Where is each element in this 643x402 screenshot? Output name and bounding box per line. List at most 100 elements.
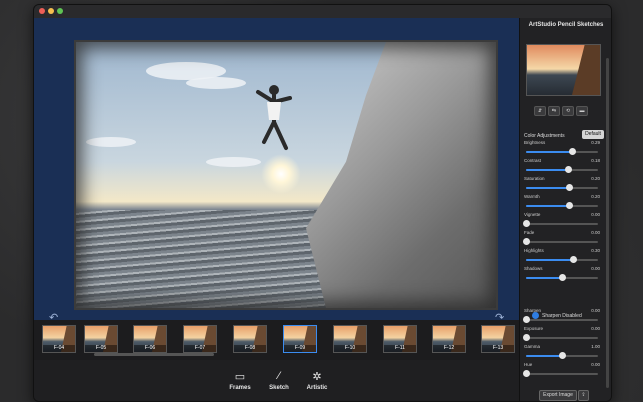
exposure-slider[interactable] bbox=[523, 334, 598, 341]
hue-slider[interactable] bbox=[523, 370, 598, 377]
thumbnail-label: F-07 bbox=[184, 345, 216, 352]
gamma-slider-row: Gamma 1.00 bbox=[524, 344, 600, 364]
slider-knob[interactable] bbox=[566, 184, 574, 191]
pencil-icon: ⁄ bbox=[278, 370, 280, 382]
slider-fill bbox=[526, 169, 569, 171]
flip-vertical-icon[interactable]: ⇵ bbox=[534, 106, 546, 116]
rotate-icon[interactable]: ⟲ bbox=[562, 106, 574, 116]
cloud-shape bbox=[186, 77, 246, 89]
thumbnail-label: F-10 bbox=[334, 345, 366, 352]
sketch-tool-button[interactable]: ⁄ Sketch bbox=[259, 370, 299, 391]
artistic-tool-label: Artistic bbox=[306, 385, 328, 391]
minimize-window-button[interactable] bbox=[48, 8, 54, 14]
zoom-window-button[interactable] bbox=[57, 8, 63, 14]
warmth-slider[interactable] bbox=[526, 202, 598, 209]
app-window: ↶ ↷ F-04 F-05 F-06 F-07 F-08 F-09 F-10 F… bbox=[33, 4, 612, 402]
gamma-slider[interactable] bbox=[526, 352, 598, 359]
sharpen-toggle[interactable]: Sharpen Disabled bbox=[524, 312, 604, 322]
vignette-slider[interactable] bbox=[523, 220, 598, 227]
slider-knob[interactable] bbox=[569, 256, 577, 263]
exposure-slider-row: Exposure 0.00 bbox=[523, 326, 600, 346]
share-icon[interactable]: ⇪ bbox=[578, 390, 589, 401]
cloud-shape bbox=[206, 157, 261, 167]
frame-thumbnail[interactable]: F-06 bbox=[133, 325, 167, 353]
artistic-tool-button[interactable]: ✲ Artistic bbox=[297, 370, 337, 391]
gamma-value: 1.00 bbox=[591, 344, 600, 349]
contrast-value: 0.18 bbox=[591, 158, 600, 163]
adjustments-panel: ArtStudio Pencil Sketches ⇵ ⇆ ⟲ ▬ Color … bbox=[519, 18, 611, 401]
sun-burst bbox=[261, 154, 301, 194]
shadows-label: Shadows bbox=[524, 266, 543, 271]
rock-cliff bbox=[306, 42, 496, 308]
fade-value: 0.00 bbox=[591, 230, 600, 235]
slider-fill bbox=[526, 205, 570, 207]
default-button[interactable]: Default bbox=[582, 130, 604, 139]
slider-knob[interactable] bbox=[523, 220, 530, 227]
thumbnail-label: F-06 bbox=[134, 345, 166, 352]
fade-slider[interactable] bbox=[523, 238, 598, 245]
thumbnail-label: F-13 bbox=[482, 345, 514, 352]
slider-knob[interactable] bbox=[566, 202, 574, 209]
warmth-label: Warmth bbox=[524, 194, 540, 199]
warmth-slider-row: Warmth 0.20 bbox=[524, 194, 600, 214]
jumping-person-figure bbox=[256, 85, 292, 150]
saturation-value: 0.20 bbox=[591, 176, 600, 181]
contrast-slider[interactable] bbox=[526, 166, 598, 173]
fade-slider-row: Fade 0.00 bbox=[523, 230, 600, 250]
highlights-slider[interactable] bbox=[526, 256, 598, 263]
frame-thumbnail[interactable]: F-08 bbox=[233, 325, 267, 353]
image-canvas[interactable]: ↶ ↷ bbox=[34, 18, 519, 324]
slider-knob[interactable] bbox=[569, 148, 577, 155]
sharpen-radio[interactable] bbox=[532, 312, 539, 319]
slider-knob[interactable] bbox=[559, 352, 566, 359]
flip-horizontal-icon[interactable]: ⇆ bbox=[548, 106, 560, 116]
color-adjustments-heading: Color Adjustments bbox=[524, 133, 565, 139]
frame-thumbnail[interactable]: F-12 bbox=[432, 325, 466, 353]
preview-thumbnail bbox=[526, 44, 601, 96]
sketch-tool-label: Sketch bbox=[269, 385, 289, 391]
saturation-slider[interactable] bbox=[526, 184, 598, 191]
export-image-button[interactable]: Export Image bbox=[539, 390, 577, 401]
slider-knob[interactable] bbox=[523, 334, 530, 341]
preview-button-row: ⇵ ⇆ ⟲ ▬ bbox=[534, 106, 596, 116]
shadows-slider-row: Shadows 0.00 bbox=[524, 266, 600, 286]
thumbnail-label: F-04 bbox=[43, 345, 75, 352]
shadows-value: 0.00 bbox=[591, 266, 600, 271]
warmth-value: 0.20 bbox=[591, 194, 600, 199]
edited-photo bbox=[74, 40, 498, 310]
frame-thumbnail[interactable]: F-07 bbox=[183, 325, 217, 353]
sharpen-toggle-label: Sharpen Disabled bbox=[542, 313, 582, 319]
hue-value: 0.00 bbox=[591, 362, 600, 367]
brightness-label: Brightness bbox=[524, 140, 546, 145]
frames-tool-button[interactable]: ▭ Frames bbox=[220, 370, 260, 391]
contrast-slider-row: Contrast 0.18 bbox=[524, 158, 600, 178]
slider-fill bbox=[526, 187, 570, 189]
crop-icon[interactable]: ▬ bbox=[576, 106, 588, 116]
frames-icon: ▭ bbox=[234, 371, 246, 383]
panel-scrollbar[interactable] bbox=[606, 58, 609, 388]
slider-fill bbox=[526, 259, 573, 261]
frames-tool-label: Frames bbox=[229, 385, 251, 391]
frame-thumbnail[interactable]: F-05 bbox=[84, 325, 118, 353]
brightness-slider[interactable] bbox=[526, 148, 598, 155]
slider-fill bbox=[526, 355, 562, 357]
frame-thumbnail-selected[interactable]: F-09 bbox=[283, 325, 317, 353]
vignette-label: Vignette bbox=[524, 212, 541, 217]
hue-slider-row: Hue 0.00 bbox=[523, 362, 600, 382]
frame-thumbnail[interactable]: F-13 bbox=[481, 325, 515, 353]
close-window-button[interactable] bbox=[39, 8, 45, 14]
slider-knob[interactable] bbox=[559, 274, 566, 281]
slider-knob[interactable] bbox=[565, 166, 573, 173]
slider-knob[interactable] bbox=[523, 238, 530, 245]
shadows-slider[interactable] bbox=[526, 274, 598, 281]
frame-thumbnail[interactable]: F-04 bbox=[42, 325, 76, 353]
vignette-value: 0.00 bbox=[591, 212, 600, 217]
frame-thumbnail[interactable]: F-10 bbox=[333, 325, 367, 353]
frame-thumbnail[interactable]: F-11 bbox=[383, 325, 417, 353]
slider-knob[interactable] bbox=[523, 370, 530, 377]
thumbnail-scrollbar[interactable] bbox=[94, 353, 214, 356]
thumbnail-label: F-11 bbox=[384, 345, 416, 352]
exposure-label: Exposure bbox=[524, 326, 544, 331]
highlights-label: Highlights bbox=[524, 248, 544, 253]
brightness-slider-row: Brightness 0.29 bbox=[524, 140, 600, 160]
